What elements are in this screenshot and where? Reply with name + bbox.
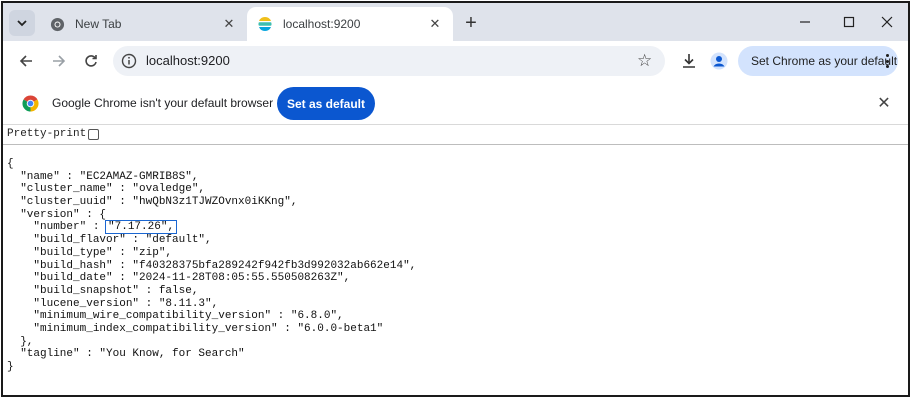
json-line-text: }, [7,335,34,348]
pretty-print-checkbox[interactable] [88,128,100,140]
json-line: "build_type" : "zip", [7,247,416,260]
json-line-text: "version" : { [7,208,107,221]
json-line: } [7,361,416,374]
json-line: "build_flavor" : "default", [7,234,416,247]
json-line: "build_date" : "2024-11-28T08:05:55.5505… [7,272,416,285]
json-line: "version" : { [7,209,416,222]
json-line: "minimum_wire_compatibility_version" : "… [7,310,416,323]
json-line-text: "build_snapshot" : false, [7,284,199,297]
close-tab-icon[interactable]: ✕ [219,14,239,34]
close-window-button[interactable] [868,7,906,37]
divider [3,144,908,145]
json-line: "cluster_name" : "ovaledge", [7,183,416,196]
maximize-button[interactable] [830,7,868,37]
forward-arrow-icon [53,55,66,67]
set-as-default-button[interactable]: Set as default [277,87,375,120]
new-tab-button[interactable]: + [459,11,483,35]
json-line-text: "build_date" : "2024-11-28T08:05:55.5505… [7,272,351,285]
tab-new-tab[interactable]: New Tab ✕ [39,7,247,41]
tab-strip: New Tab ✕ localhost:9200 ✕ + [3,3,908,41]
json-line: { [7,158,416,171]
set-chrome-default-button[interactable]: Set Chrome as your default [738,46,898,76]
json-line-text: "tagline" : "You Know, for Search" [7,348,245,361]
elasticsearch-icon [257,16,273,32]
address-bar[interactable]: localhost:9200 ☆ [113,46,665,76]
json-line-text: "number" : [7,221,107,234]
infobar-message: Google Chrome isn't your default browser [52,96,274,110]
tab-localhost[interactable]: localhost:9200 ✕ [247,7,453,41]
download-icon [683,54,695,68]
tab-search-button[interactable] [9,10,35,36]
default-browser-infobar: Google Chrome isn't your default browser… [3,81,908,125]
close-icon [881,16,893,28]
json-line: "lucene_version" : "8.11.3", [7,298,416,311]
back-arrow-icon [19,55,32,67]
json-line-text: "minimum_wire_compatibility_version" : "… [7,310,344,323]
json-line-text: { [7,158,14,170]
json-line: "number" : "7.17.26", [7,220,416,235]
url-text: localhost:9200 [146,53,230,68]
more-menu-icon[interactable] [882,52,892,70]
json-line-text: "build_hash" : "f40328375bfa289242f942fb… [7,259,417,272]
json-line: "cluster_uuid" : "hwQbN3z1TJWZOvnx0iKKng… [7,196,416,209]
reload-button[interactable] [79,49,103,73]
chrome-logo-icon [22,95,39,112]
json-line-text: "minimum_index_compatibility_version" : … [7,322,384,335]
site-info-icon[interactable] [121,53,137,69]
json-line-text: "name" : "EC2AMAZ-GMRIB8S", [7,170,199,183]
tab-title: localhost:9200 [283,17,361,31]
tab-title: New Tab [75,17,122,31]
maximize-icon [843,16,855,28]
highlighted-version-number: "7.17.26", [105,220,178,235]
json-line: "build_snapshot" : false, [7,285,416,298]
minimize-icon [800,21,810,23]
bookmark-star-icon[interactable]: ☆ [637,52,652,69]
back-button[interactable] [14,49,38,73]
chevron-down-icon [17,20,27,27]
json-line: }, [7,336,416,349]
minimize-button[interactable] [786,7,824,37]
toolbar: localhost:9200 ☆ Set Chrome as your defa… [3,41,908,81]
pretty-print-label: Pretty-print [7,128,87,140]
close-infobar-icon[interactable]: ✕ [875,94,893,112]
json-line: "tagline" : "You Know, for Search" [7,348,416,361]
json-response: { "name" : "EC2AMAZ-GMRIB8S", "cluster_n… [7,158,416,374]
json-line-text: } [7,361,14,373]
json-line: "build_hash" : "f40328375bfa289242f942fb… [7,260,416,273]
json-line-text: "cluster_uuid" : "hwQbN3z1TJWZOvnx0iKKng… [7,196,298,209]
downloads-button[interactable] [677,49,701,73]
pretty-print-control[interactable]: Pretty-print [7,128,100,140]
forward-button[interactable] [47,49,71,73]
json-line-text: "build_type" : "zip", [7,246,173,259]
json-line-text: "lucene_version" : "8.11.3", [7,297,219,310]
json-line: "name" : "EC2AMAZ-GMRIB8S", [7,171,416,184]
browser-window: New Tab ✕ localhost:9200 ✕ + localhost:9… [1,1,910,397]
reload-icon [85,55,97,67]
json-line-text: "cluster_name" : "ovaledge", [7,183,206,196]
profile-button[interactable] [707,49,731,73]
profile-icon [710,52,728,70]
json-line: "minimum_index_compatibility_version" : … [7,323,416,336]
set-chrome-default-label: Set Chrome as your default [751,54,898,68]
chrome-icon [49,16,65,32]
close-tab-icon[interactable]: ✕ [425,14,445,34]
page-content: Pretty-print { "name" : "EC2AMAZ-GMRIB8S… [3,125,908,395]
json-line-text: "build_flavor" : "default", [7,234,212,247]
